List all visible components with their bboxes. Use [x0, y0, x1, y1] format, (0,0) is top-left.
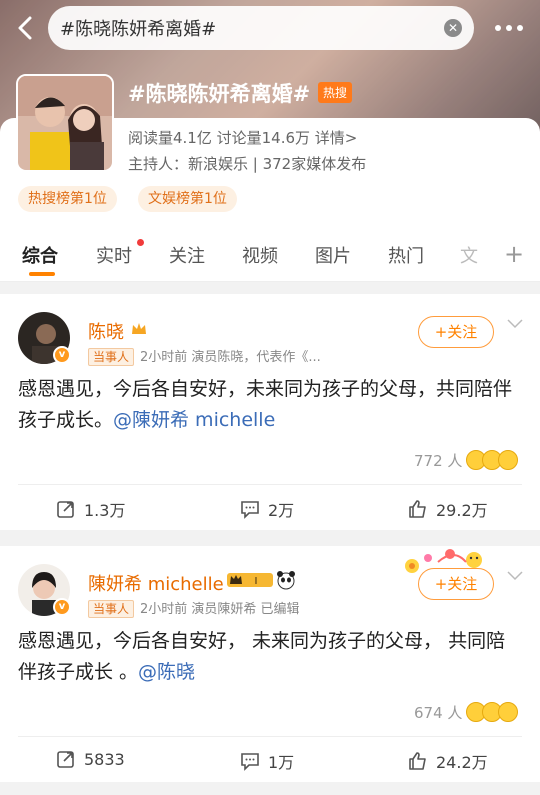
comment-count: 2万 — [268, 501, 295, 520]
divider — [18, 484, 522, 485]
verified-badge-icon: v — [53, 598, 71, 616]
repost-count: 1.3万 — [84, 501, 126, 520]
like-count: 29.2万 — [436, 501, 488, 520]
vip-level-icon: I — [227, 573, 273, 587]
topic-stats[interactable]: 阅读量4.1亿 讨论量14.6万 详情> — [128, 127, 357, 148]
post-meta: 当事人 2小时前 演员陈晓，代表作《... — [88, 346, 321, 366]
chevron-down-icon[interactable] — [506, 318, 524, 330]
mention-link[interactable]: @陈晓 — [138, 661, 195, 683]
like-button[interactable]: 24.2万 — [408, 749, 488, 773]
repost-button[interactable]: 1.3万 — [56, 497, 125, 521]
clear-icon[interactable]: ✕ — [444, 19, 462, 37]
repost-icon — [57, 501, 74, 518]
chevron-down-icon[interactable] — [506, 570, 524, 582]
reaction-emojis[interactable] — [466, 702, 518, 722]
post-body: 感恩遇见，今后各自安好， 未来同为孩子的父母， 共同陪伴孩子成长 。@陈晓 — [18, 626, 522, 688]
svg-text:I: I — [255, 576, 258, 587]
post-meta-text: 2小时前 演员陳妍希 已编辑 — [140, 602, 300, 617]
thumbs-up-icon — [409, 752, 426, 770]
add-tab-icon[interactable]: + — [504, 240, 524, 268]
topic-host: 主持人：新浪娱乐 | 372家媒体发布 — [128, 155, 367, 173]
comment-count: 1万 — [268, 753, 295, 772]
search-query: #陈晓陈妍希离婚# — [60, 19, 217, 40]
post-card: v 陈晓 当事人 2小时前 演员陈晓，代表作《... +关注 感恩遇见，今后各自安… — [0, 294, 540, 530]
post-body: 感恩遇见，今后各自安好，未来同为孩子的父母，共同陪伴孩子成长。@陳妍希 mich… — [18, 374, 522, 436]
follow-button[interactable]: +关注 — [418, 316, 494, 348]
hot-badge: 热搜 — [318, 82, 353, 103]
role-tag: 当事人 — [88, 348, 135, 366]
back-arrow-icon[interactable] — [12, 14, 40, 42]
like-button[interactable]: 29.2万 — [408, 497, 488, 521]
crown-icon — [132, 323, 146, 334]
like-count: 24.2万 — [436, 753, 488, 772]
top-bar: #陈晓陈妍希离婚# ✕ — [0, 0, 540, 56]
tab-realtime[interactable]: 实时 — [96, 242, 132, 268]
verified-badge-icon: v — [53, 346, 71, 364]
topic-title: #陈晓陈妍希离婚# — [128, 82, 311, 106]
tab-hot[interactable]: 热门 — [388, 242, 424, 268]
post-author[interactable]: 陳妍希 michelle — [88, 570, 224, 596]
comment-button[interactable]: 2万 — [240, 497, 294, 521]
tab-general[interactable]: 综合 — [22, 242, 58, 268]
thumbs-up-icon — [409, 500, 426, 518]
comment-button[interactable]: 1万 — [240, 749, 294, 773]
post-meta: 当事人 2小时前 演员陳妍希 已编辑 — [88, 598, 300, 618]
comment-icon — [241, 753, 259, 771]
repost-button[interactable]: 5833 — [56, 749, 125, 769]
repost-count: 5833 — [84, 749, 125, 769]
reaction-emojis[interactable] — [466, 450, 518, 470]
rank-tag-entertainment[interactable]: 文娱榜第1位 — [138, 186, 237, 212]
reaction-count[interactable]: 772 人 — [414, 450, 462, 471]
kiss-emoji-icon — [498, 450, 518, 470]
post-author[interactable]: 陈晓 — [88, 318, 124, 344]
rank-tag-hot-search[interactable]: 热搜榜第1位 — [18, 186, 117, 212]
new-content-dot — [137, 239, 144, 246]
more-options-icon[interactable] — [492, 18, 526, 38]
reaction-count[interactable]: 674 人 — [414, 702, 462, 723]
post-text: 感恩遇见，今后各自安好， 未来同为孩子的父母， 共同陪伴孩子成长 。 — [18, 630, 506, 683]
tab-images[interactable]: 图片 — [315, 242, 351, 268]
role-tag: 当事人 — [88, 600, 135, 618]
post-meta-text: 2小时前 演员陈晓，代表作《... — [140, 350, 321, 365]
repost-icon — [57, 751, 74, 768]
tab-articles[interactable]: 文 — [460, 242, 478, 268]
comment-icon — [241, 501, 259, 519]
kiss-emoji-icon — [498, 702, 518, 722]
tab-bar: 综合 实时 关注 视频 图片 热门 文 + — [0, 220, 540, 282]
tab-video[interactable]: 视频 — [242, 242, 278, 268]
divider — [18, 736, 522, 737]
panda-icon — [277, 571, 295, 590]
topic-thumbnail[interactable] — [16, 74, 114, 172]
flower-decoration-icon — [405, 549, 482, 573]
active-tab-indicator — [29, 272, 55, 276]
tab-following[interactable]: 关注 — [169, 242, 205, 268]
mention-link[interactable]: @陳妍希 michelle — [113, 409, 275, 431]
search-input[interactable]: #陈晓陈妍希离婚# ✕ — [48, 6, 474, 50]
